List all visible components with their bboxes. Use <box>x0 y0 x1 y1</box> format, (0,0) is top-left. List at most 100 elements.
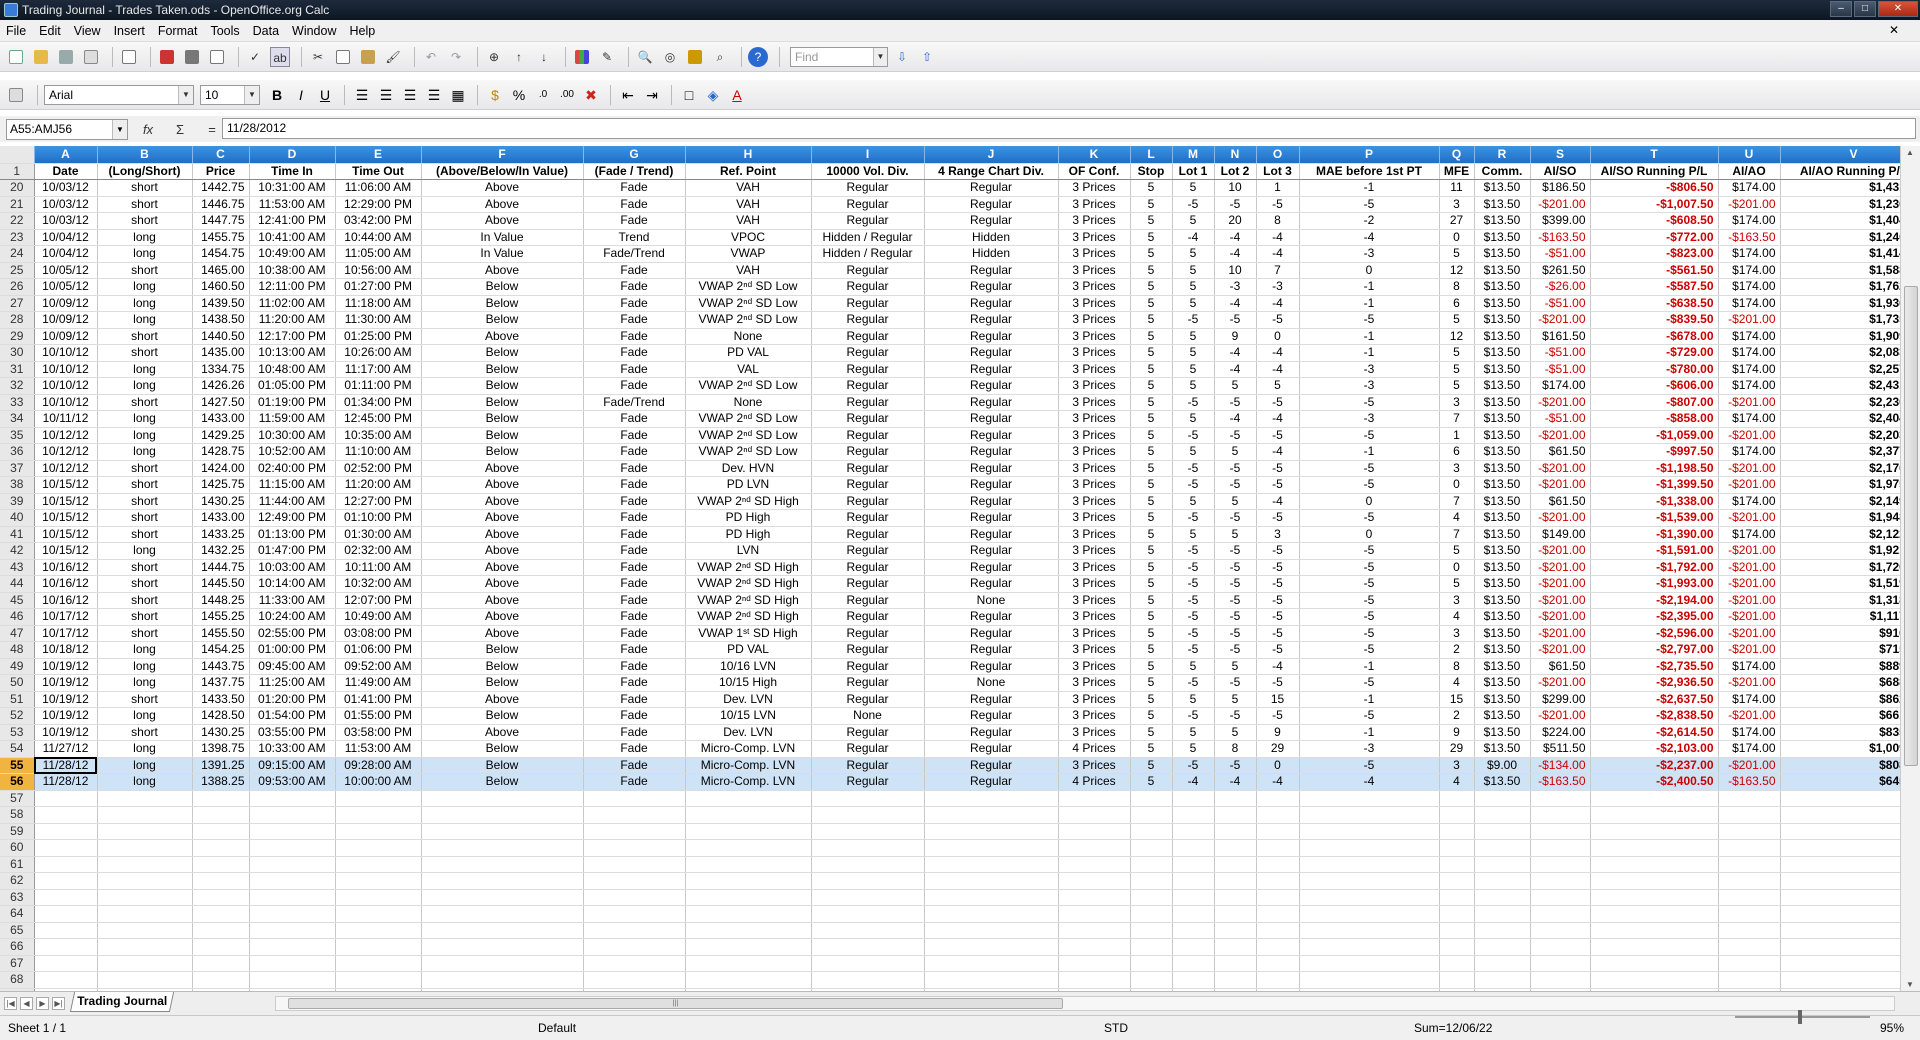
cell[interactable]: 5 <box>1172 295 1215 312</box>
header-cell[interactable]: Ref. Point <box>685 163 812 180</box>
cell[interactable]: 1447.75 <box>192 212 250 230</box>
borders-icon[interactable]: □ <box>678 85 700 105</box>
cell[interactable]: 11:15:00 AM <box>249 476 336 494</box>
cell[interactable]: 3 Prices <box>1058 196 1131 213</box>
cell[interactable]: 5 <box>1172 328 1215 345</box>
empty-cell[interactable] <box>811 905 925 923</box>
empty-cell[interactable] <box>1172 872 1215 890</box>
empty-cell[interactable] <box>1256 839 1300 857</box>
cell[interactable]: $511.50 <box>1530 740 1591 758</box>
cell[interactable]: $688.50 <box>1780 674 1900 692</box>
header-cell[interactable]: 10000 Vol. Div. <box>811 163 925 180</box>
empty-cell[interactable] <box>1590 905 1719 923</box>
cell[interactable]: -5 <box>1256 674 1300 692</box>
align-center-icon[interactable]: ☰ <box>375 85 397 105</box>
row-header[interactable]: 66 <box>0 938 35 956</box>
cell[interactable]: -4 <box>1214 361 1257 378</box>
cell[interactable]: 5 <box>1172 740 1215 758</box>
cell[interactable]: -3 <box>1299 410 1440 428</box>
minimize-button[interactable]: – <box>1830 1 1852 17</box>
cell[interactable]: 5 <box>1130 707 1173 725</box>
show-draw-functions-icon[interactable]: ✎ <box>597 47 617 67</box>
cell[interactable]: 01:30:00 AM <box>335 526 422 543</box>
cell[interactable]: 10/16/12 <box>34 575 98 593</box>
cell[interactable]: -$1,198.50 <box>1590 460 1719 477</box>
cell[interactable]: 7 <box>1439 493 1475 510</box>
cell[interactable]: 1454.75 <box>192 245 250 263</box>
cell[interactable]: Regular <box>924 625 1059 642</box>
cell[interactable]: -$2,797.00 <box>1590 641 1719 659</box>
cell[interactable]: -4 <box>1256 493 1300 510</box>
cell[interactable]: 1433.00 <box>192 509 250 527</box>
cell[interactable]: Above <box>421 608 584 626</box>
cell[interactable]: 10/05/12 <box>34 262 98 279</box>
cell[interactable]: 8 <box>1439 278 1475 296</box>
header-cell[interactable]: Lot 3 <box>1256 163 1300 180</box>
cell[interactable]: long <box>97 410 193 428</box>
cell[interactable]: -4 <box>1214 410 1257 428</box>
cell[interactable]: Fade <box>583 443 686 461</box>
cell[interactable]: -$2,103.00 <box>1590 740 1719 758</box>
cell[interactable]: Regular <box>924 707 1059 725</box>
save-icon[interactable] <box>56 47 76 67</box>
cell[interactable]: -5 <box>1172 427 1215 444</box>
cell[interactable]: 10/03/12 <box>34 212 98 230</box>
cell[interactable]: $13.50 <box>1474 625 1531 642</box>
cell[interactable]: 5 <box>1214 377 1257 395</box>
cell[interactable]: 10/15/12 <box>34 509 98 527</box>
cell[interactable]: $13.50 <box>1474 542 1531 560</box>
empty-cell[interactable] <box>34 889 98 906</box>
cell[interactable]: -$201.00 <box>1530 575 1591 593</box>
paste-icon[interactable] <box>358 47 378 67</box>
cell[interactable]: Fade <box>583 295 686 312</box>
cell[interactable]: -4 <box>1214 773 1257 791</box>
cell[interactable]: 10 <box>1214 179 1257 197</box>
cell[interactable]: $224.00 <box>1530 724 1591 741</box>
cell[interactable]: 3 Prices <box>1058 344 1131 362</box>
cell[interactable]: -$2,637.50 <box>1590 691 1719 708</box>
empty-cell[interactable] <box>1530 823 1591 840</box>
cell[interactable]: VWAP 2ⁿᵈ SD Low <box>685 410 812 428</box>
cell[interactable]: 01:47:00 PM <box>249 542 336 560</box>
cell[interactable]: -$201.00 <box>1718 757 1781 774</box>
cell[interactable]: None <box>685 328 812 345</box>
header-cell[interactable]: Lot 2 <box>1214 163 1257 180</box>
cell[interactable]: Fade <box>583 526 686 543</box>
cell[interactable]: -5 <box>1299 592 1440 609</box>
cell[interactable]: Above <box>421 575 584 593</box>
empty-cell[interactable] <box>1439 806 1475 824</box>
cell[interactable]: 8 <box>1256 212 1300 230</box>
cell[interactable]: Hidden / Regular <box>811 245 925 263</box>
empty-cell[interactable] <box>1058 823 1131 840</box>
cell[interactable]: VWAP 2ⁿᵈ SD High <box>685 575 812 593</box>
empty-cell[interactable] <box>421 839 584 857</box>
cell[interactable]: 29 <box>1256 740 1300 758</box>
cell[interactable]: Fade <box>583 559 686 576</box>
cell[interactable]: -$678.00 <box>1590 328 1719 345</box>
cell[interactable]: $13.50 <box>1474 526 1531 543</box>
cell[interactable]: 1435.00 <box>192 344 250 362</box>
cell[interactable]: 7 <box>1256 262 1300 279</box>
cell[interactable]: 3 Prices <box>1058 427 1131 444</box>
empty-cell[interactable] <box>1214 839 1257 857</box>
cell[interactable]: $1,230.00 <box>1780 196 1900 213</box>
empty-cell[interactable] <box>1780 839 1900 857</box>
cell[interactable]: 5 <box>1130 608 1173 626</box>
cell[interactable]: -$51.00 <box>1530 245 1591 263</box>
empty-cell[interactable] <box>249 938 336 956</box>
cell[interactable]: 3 Prices <box>1058 460 1131 477</box>
cell[interactable]: Regular <box>811 328 925 345</box>
cell[interactable]: $13.50 <box>1474 773 1531 791</box>
cell[interactable]: 5 <box>1130 674 1173 692</box>
header-cell[interactable]: AI/SO <box>1530 163 1591 180</box>
menu-insert[interactable]: Insert <box>114 24 145 38</box>
cell[interactable]: 3 Prices <box>1058 625 1131 642</box>
cell[interactable]: Regular <box>811 377 925 395</box>
empty-cell[interactable] <box>1172 839 1215 857</box>
cell[interactable]: Regular <box>811 724 925 741</box>
empty-cell[interactable] <box>421 856 584 873</box>
cell[interactable]: 11:59:00 AM <box>249 410 336 428</box>
header-cell[interactable]: 4 Range Chart Div. <box>924 163 1059 180</box>
cell[interactable]: -$2,596.00 <box>1590 625 1719 642</box>
cell[interactable]: -4 <box>1256 295 1300 312</box>
